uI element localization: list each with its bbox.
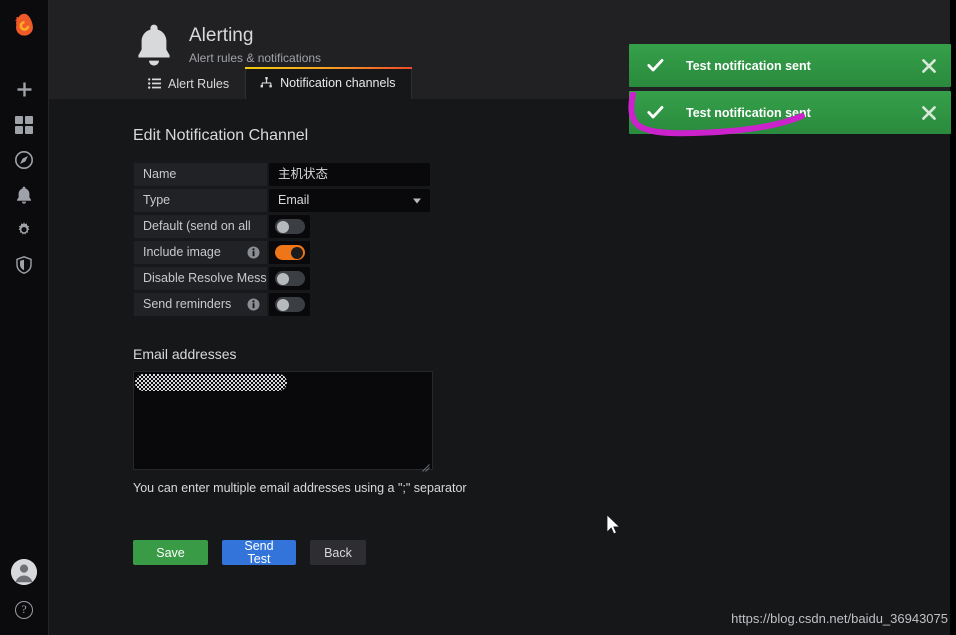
back-button[interactable]: Back (310, 540, 366, 565)
disable-resolve-label: Disable Resolve Message (133, 266, 268, 291)
sidebar-item-create[interactable] (0, 72, 49, 107)
send-reminders-label: Send reminders (133, 292, 268, 317)
sidebar-nav-top (0, 72, 49, 282)
name-input[interactable]: 主机状态 (268, 162, 431, 187)
avatar[interactable] (11, 559, 37, 585)
include-image-label-text: Include image (143, 245, 221, 259)
toast-message: Test notification sent (686, 105, 811, 120)
check-icon (647, 104, 664, 121)
sidebar-item-dashboards[interactable] (0, 107, 49, 142)
grafana-logo-icon (14, 13, 33, 36)
shield-icon (16, 255, 32, 274)
sidebar-item-configuration[interactable] (0, 212, 49, 247)
field-row-name: Name 主机状态 (133, 162, 950, 187)
sidebar: ? (0, 0, 49, 635)
info-icon[interactable] (247, 298, 260, 311)
toast-notification: Test notification sent (629, 44, 951, 87)
content-area: Edit Notification Channel Name 主机状态 Type… (49, 99, 950, 565)
plus-icon (17, 82, 31, 97)
sidebar-item-server-admin[interactable] (0, 247, 49, 282)
help-icon[interactable]: ? (15, 601, 33, 619)
default-label: Default (send on all (133, 214, 268, 239)
toggle-knob (276, 220, 289, 233)
default-toggle-cell[interactable] (268, 214, 311, 239)
field-row-default: Default (send on all (133, 214, 950, 239)
type-select-value: Email (278, 193, 310, 207)
disable-resolve-label-text: Disable Resolve Message (143, 271, 267, 285)
email-textarea-wrap (133, 371, 433, 475)
type-select[interactable]: Email (268, 188, 431, 213)
compass-icon (15, 150, 33, 169)
bell-icon (17, 186, 31, 204)
disable-resolve-toggle[interactable] (274, 271, 305, 286)
toast-container: Test notification sent Test notification… (629, 44, 951, 134)
include-image-toggle[interactable] (274, 245, 305, 260)
watermark-text: https://blog.csdn.net/baidu_36943075 (731, 611, 948, 626)
toggle-knob (290, 246, 303, 259)
field-row-include-image: Include image (133, 240, 950, 265)
default-toggle[interactable] (274, 219, 305, 234)
gear-icon (18, 221, 30, 234)
tab-alert-rules-label: Alert Rules (168, 76, 230, 91)
tab-notification-channels-label: Notification channels (280, 76, 396, 90)
alerting-bell-icon (133, 22, 175, 68)
check-icon (647, 57, 664, 74)
chevron-down-icon (413, 198, 421, 203)
field-row-send-reminders: Send reminders (133, 292, 950, 317)
send-reminders-toggle-cell[interactable] (268, 292, 311, 317)
tab-bar: Alert Rules Notification channels (133, 67, 412, 99)
list-icon (148, 77, 161, 90)
default-label-text: Default (send on all (143, 219, 251, 233)
save-button[interactable]: Save (133, 540, 208, 565)
page-subtitle: Alert rules & notifications (189, 51, 322, 65)
tab-notification-channels[interactable]: Notification channels (245, 67, 412, 99)
tab-alert-rules[interactable]: Alert Rules (133, 67, 245, 99)
send-reminders-toggle[interactable] (274, 297, 305, 312)
grafana-logo[interactable] (0, 1, 49, 50)
toast-notification: Test notification sent (629, 91, 951, 134)
send-reminders-label-text: Send reminders (143, 297, 232, 311)
user-avatar-icon (11, 559, 37, 585)
name-label: Name (133, 162, 268, 187)
email-addresses-input[interactable] (133, 371, 433, 470)
include-image-label: Include image (133, 240, 268, 265)
field-row-type: Type Email (133, 188, 950, 213)
toggle-knob (276, 272, 289, 285)
grafana-app: ? Alerting Alert rules & notifications A… (0, 0, 956, 635)
title-block: Alerting Alert rules & notifications (189, 23, 321, 67)
info-icon[interactable] (247, 246, 260, 259)
dashboards-icon (15, 115, 33, 134)
type-label: Type (133, 188, 268, 213)
toast-message: Test notification sent (686, 58, 811, 73)
sitemap-icon (260, 77, 273, 90)
send-test-button[interactable]: Send Test (222, 539, 296, 565)
email-addresses-heading: Email addresses (133, 346, 237, 362)
sidebar-item-alerting[interactable] (0, 177, 49, 212)
email-hint: You can enter multiple email addresses u… (133, 481, 467, 495)
include-image-toggle-cell[interactable] (268, 240, 311, 265)
close-icon[interactable] (921, 58, 937, 74)
form-actions: Save Send Test Back (133, 539, 950, 565)
page-title: Alerting (189, 25, 254, 46)
toggle-knob (276, 298, 289, 311)
field-row-disable-resolve: Disable Resolve Message (133, 266, 950, 291)
close-icon[interactable] (921, 105, 937, 121)
sidebar-item-explore[interactable] (0, 142, 49, 177)
disable-resolve-toggle-cell[interactable] (268, 266, 311, 291)
